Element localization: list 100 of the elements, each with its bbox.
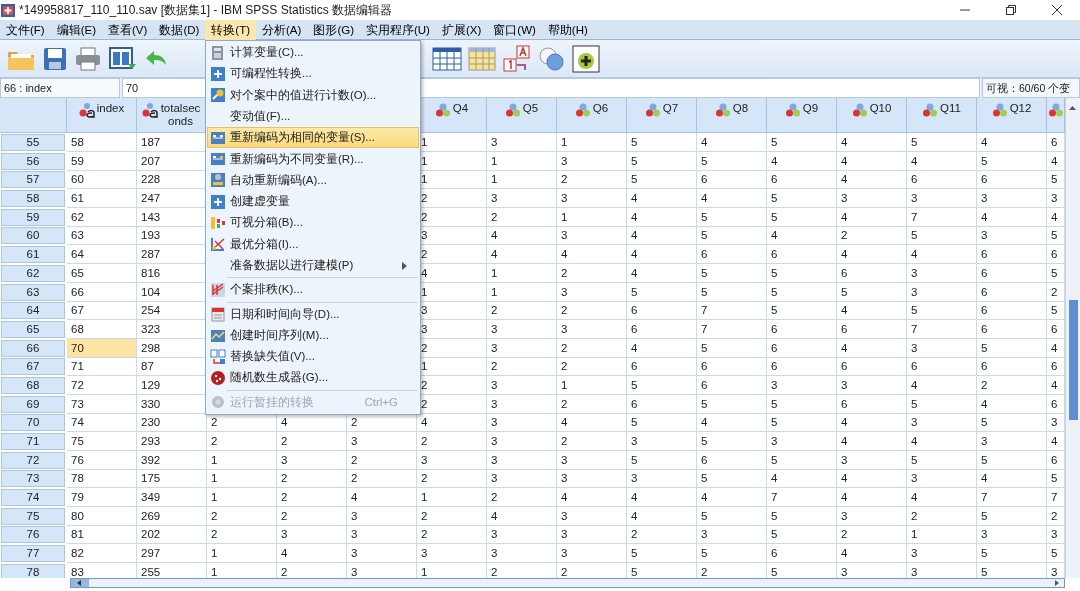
table-cell[interactable]: 81 <box>67 525 137 545</box>
table-cell[interactable]: 5 <box>627 133 697 152</box>
table-cell[interactable]: 3 <box>487 432 557 451</box>
table-cell[interactable]: 6 <box>627 301 697 321</box>
table-cell[interactable]: 2 <box>557 170 627 190</box>
table-cell[interactable]: 4 <box>837 488 907 508</box>
table-cell[interactable]: 3 <box>767 432 837 451</box>
table-cell[interactable]: 5 <box>767 263 837 283</box>
table-cell[interactable]: 3 <box>487 338 557 358</box>
table-cell[interactable]: 6 <box>907 170 977 190</box>
table-cell[interactable]: 68 <box>67 319 137 339</box>
table-cell[interactable]: 2 <box>417 506 487 526</box>
table-cell[interactable]: 4 <box>697 488 767 508</box>
table-cell[interactable]: 7 <box>907 319 977 339</box>
table-cell[interactable]: 5 <box>767 506 837 526</box>
table-cell[interactable]: 4 <box>837 170 907 190</box>
table-cell[interactable]: 4 <box>627 189 697 209</box>
table-cell[interactable]: 2 <box>557 263 627 283</box>
column-header[interactable]: Q12 <box>977 98 1047 133</box>
row-number[interactable]: 57 <box>1 171 65 189</box>
table-cell[interactable]: 3 <box>697 525 767 545</box>
table-cell[interactable]: 3 <box>977 432 1047 451</box>
table-cell[interactable]: 3 <box>557 189 627 209</box>
toolbar-button[interactable] <box>432 45 462 72</box>
column-header[interactable]: Q7 <box>627 98 697 133</box>
row-number[interactable]: 56 <box>1 152 65 170</box>
table-cell[interactable]: 72 <box>67 375 137 395</box>
menu-item[interactable]: 窗口(W) <box>487 19 542 40</box>
table-cell[interactable]: 3 <box>907 189 977 209</box>
table-cell[interactable]: 5 <box>627 544 697 564</box>
table-cell[interactable]: 3 <box>487 319 557 339</box>
table-cell[interactable]: 3 <box>487 469 557 489</box>
table-cell[interactable]: 1 <box>487 263 557 283</box>
column-header[interactable]: Q9 <box>767 98 837 133</box>
table-cell[interactable]: 6 <box>627 357 697 377</box>
menu-item[interactable]: 帮助(H) <box>541 19 594 40</box>
table-cell[interactable]: 4 <box>277 544 347 564</box>
table-cell[interactable]: 3 <box>487 544 557 564</box>
table-cell[interactable]: 3 <box>277 450 347 470</box>
table-cell[interactable]: 230 <box>137 413 207 433</box>
table-cell[interactable]: 2 <box>557 301 627 321</box>
table-cell[interactable]: 2 <box>837 226 907 246</box>
table-cell[interactable]: 6 <box>977 282 1047 302</box>
table-cell[interactable]: 2 <box>627 525 697 545</box>
row-number[interactable]: 64 <box>1 302 65 320</box>
row-number[interactable]: 75 <box>1 507 65 525</box>
table-cell[interactable]: 7 <box>907 207 977 227</box>
table-cell[interactable]: 2 <box>207 525 277 545</box>
table-cell[interactable]: 5 <box>977 544 1047 564</box>
horizontal-scrollbar[interactable] <box>70 578 1065 588</box>
menu-item[interactable]: 扩展(X) <box>435 19 488 40</box>
table-cell[interactable]: 5 <box>907 450 977 470</box>
row-number[interactable]: 62 <box>1 264 65 282</box>
table-cell[interactable]: 7 <box>697 301 767 321</box>
table-cell[interactable]: 5 <box>697 394 767 414</box>
table-cell[interactable]: 5 <box>767 207 837 227</box>
table-cell[interactable]: 5 <box>627 282 697 302</box>
table-cell[interactable]: 3 <box>977 189 1047 209</box>
table-cell[interactable]: 2 <box>347 469 417 489</box>
table-cell[interactable]: 5 <box>907 226 977 246</box>
table-cell[interactable]: 1 <box>907 525 977 545</box>
column-header[interactable]: Q8 <box>697 98 767 133</box>
scrollbar-thumb[interactable] <box>1069 300 1078 420</box>
table-cell[interactable]: 59 <box>67 151 137 171</box>
table-cell[interactable]: 61 <box>67 189 137 209</box>
row-number[interactable]: 55 <box>1 134 65 151</box>
table-cell[interactable]: 3 <box>907 282 977 302</box>
row-number[interactable]: 59 <box>1 208 65 226</box>
table-cell[interactable]: 73 <box>67 394 137 414</box>
table-cell[interactable]: 4 <box>557 488 627 508</box>
table-cell[interactable]: 2 <box>417 525 487 545</box>
row-number[interactable]: 67 <box>1 358 65 376</box>
table-cell[interactable]: 5 <box>977 506 1047 526</box>
table-cell[interactable]: 4 <box>977 207 1047 227</box>
table-cell[interactable]: 1 <box>207 450 277 470</box>
menu-item[interactable]: 转换(T) <box>205 19 257 40</box>
column-header[interactable]: Q6 <box>557 98 627 133</box>
table-cell[interactable]: 66 <box>67 282 137 302</box>
table-cell[interactable]: 2 <box>347 450 417 470</box>
table-cell[interactable]: 392 <box>137 450 207 470</box>
table-cell[interactable]: 3 <box>487 133 557 152</box>
table-cell[interactable]: 4 <box>697 413 767 433</box>
row-number[interactable]: 58 <box>1 190 65 208</box>
row-number[interactable]: 74 <box>1 489 65 507</box>
table-cell[interactable]: 6 <box>767 544 837 564</box>
row-number[interactable]: 72 <box>1 451 65 469</box>
table-cell[interactable]: 3 <box>907 544 977 564</box>
table-cell[interactable]: 3 <box>557 525 627 545</box>
table-cell[interactable]: 1 <box>557 375 627 395</box>
table-cell[interactable]: 4 <box>907 488 977 508</box>
row-number[interactable]: 63 <box>1 283 65 301</box>
row-number[interactable]: 78 <box>1 563 65 578</box>
table-cell[interactable]: 2 <box>207 506 277 526</box>
table-cell[interactable]: 1 <box>487 282 557 302</box>
table-cell[interactable]: 4 <box>627 506 697 526</box>
table-cell[interactable]: 74 <box>67 413 137 433</box>
table-cell[interactable]: 4 <box>487 506 557 526</box>
table-cell[interactable]: 3 <box>557 544 627 564</box>
table-cell[interactable]: 4 <box>837 133 907 152</box>
table-cell[interactable]: 4 <box>627 488 697 508</box>
